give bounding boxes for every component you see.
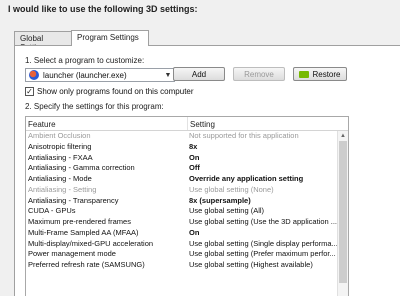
feature-cell: Ambient Occlusion: [28, 131, 91, 140]
setting-cell[interactable]: Use global setting (All): [188, 206, 338, 217]
setting-cell[interactable]: 8x: [188, 142, 338, 153]
setting-cell[interactable]: Use global setting (Single display perfo…: [188, 239, 338, 250]
setting-cell[interactable]: Off: [188, 163, 338, 174]
setting-cell[interactable]: Use global setting (Use the 3D applicati…: [188, 217, 338, 228]
table-row[interactable]: Power management mode Use global setting …: [26, 249, 348, 260]
feature-cell: Antialiasing - FXAA: [28, 152, 93, 162]
table-row[interactable]: Antialiasing - Gamma correction Off: [26, 163, 348, 174]
table-row[interactable]: Antialiasing - Setting Use global setting…: [26, 185, 348, 196]
table-row[interactable]: Anisotropic filtering 8x: [26, 142, 348, 153]
add-button[interactable]: Add: [173, 67, 225, 81]
feature-cell: Power management mode: [28, 249, 116, 259]
vertical-scrollbar[interactable]: ▲: [337, 131, 348, 296]
setting-cell[interactable]: On: [188, 228, 338, 239]
setting-cell[interactable]: Use global setting (Highest available): [188, 260, 338, 271]
table-row[interactable]: Multi-display/mixed-GPU acceleration Use …: [26, 239, 348, 250]
setting-cell[interactable]: On: [188, 153, 338, 164]
show-only-label: Show only programs found on this compute…: [37, 87, 194, 96]
setting-cell[interactable]: Override any application setting: [188, 174, 338, 185]
feature-cell: Multi-display/mixed-GPU acceleration: [28, 238, 154, 248]
program-settings-panel: 1. Select a program to customize: launch…: [14, 45, 400, 296]
tab-global-settings[interactable]: Global Settings: [14, 31, 72, 52]
feature-cell: Anisotropic filtering: [28, 141, 92, 151]
feature-column-header[interactable]: Feature: [26, 117, 188, 130]
page-heading: I would like to use the following 3D set…: [8, 4, 198, 14]
step2-label: 2. Specify the settings for this program…: [25, 102, 164, 111]
remove-button[interactable]: Remove: [233, 67, 285, 81]
program-select-value: launcher (launcher.exe): [43, 70, 127, 80]
feature-cell: Multi-Frame Sampled AA (MFAA): [28, 227, 139, 237]
table-body: Ambient Occlusion Not supported for this …: [26, 131, 348, 271]
scroll-up-icon[interactable]: ▲: [338, 131, 348, 141]
setting-cell[interactable]: Use global setting (None): [188, 185, 338, 196]
feature-cell: Preferred refresh rate (SAMSUNG): [28, 260, 145, 269]
restore-button-label: Restore: [312, 69, 341, 79]
table-header: Feature Setting: [26, 117, 348, 131]
setting-column-header[interactable]: Setting: [188, 117, 348, 130]
table-row[interactable]: CUDA - GPUs Use global setting (All): [26, 206, 348, 217]
settings-table: Feature Setting Ambient Occlusion Not sup…: [25, 116, 349, 296]
table-row[interactable]: Antialiasing - FXAA On: [26, 153, 348, 164]
launcher-app-icon: [29, 70, 39, 80]
setting-cell[interactable]: Not supported for this application: [188, 131, 338, 142]
feature-cell: CUDA - GPUs: [28, 206, 76, 216]
restore-button[interactable]: Restore: [293, 67, 347, 81]
scrollbar-thumb[interactable]: [339, 141, 347, 283]
feature-cell: Antialiasing - Setting: [28, 184, 97, 194]
nvidia-icon: [299, 70, 310, 78]
feature-cell: Maximum pre-rendered frames: [28, 217, 131, 226]
program-select[interactable]: launcher (launcher.exe) ▼: [25, 68, 175, 82]
feature-cell: Antialiasing - Mode: [28, 174, 92, 183]
setting-cell[interactable]: Use global setting (Prefer maximum perfo…: [188, 249, 338, 260]
table-row[interactable]: Preferred refresh rate (SAMSUNG) Use glob…: [26, 260, 348, 271]
show-only-row[interactable]: ✓ Show only programs found on this compu…: [25, 87, 194, 96]
table-row[interactable]: Maximum pre-rendered frames Use global se…: [26, 217, 348, 228]
table-row[interactable]: Antialiasing - Transparency 8x (supersamp…: [26, 196, 348, 207]
setting-cell[interactable]: 8x (supersample): [188, 196, 338, 207]
tab-program-settings[interactable]: Program Settings: [71, 30, 149, 46]
step1-label: 1. Select a program to customize:: [25, 56, 145, 65]
table-row[interactable]: Ambient Occlusion Not supported for this …: [26, 131, 348, 142]
feature-cell: Antialiasing - Transparency: [28, 195, 119, 205]
show-only-checkbox[interactable]: ✓: [25, 87, 34, 96]
table-row[interactable]: Multi-Frame Sampled AA (MFAA) On: [26, 228, 348, 239]
table-row[interactable]: Antialiasing - Mode Override any applicat…: [26, 174, 348, 185]
feature-cell: Antialiasing - Gamma correction: [28, 163, 135, 173]
